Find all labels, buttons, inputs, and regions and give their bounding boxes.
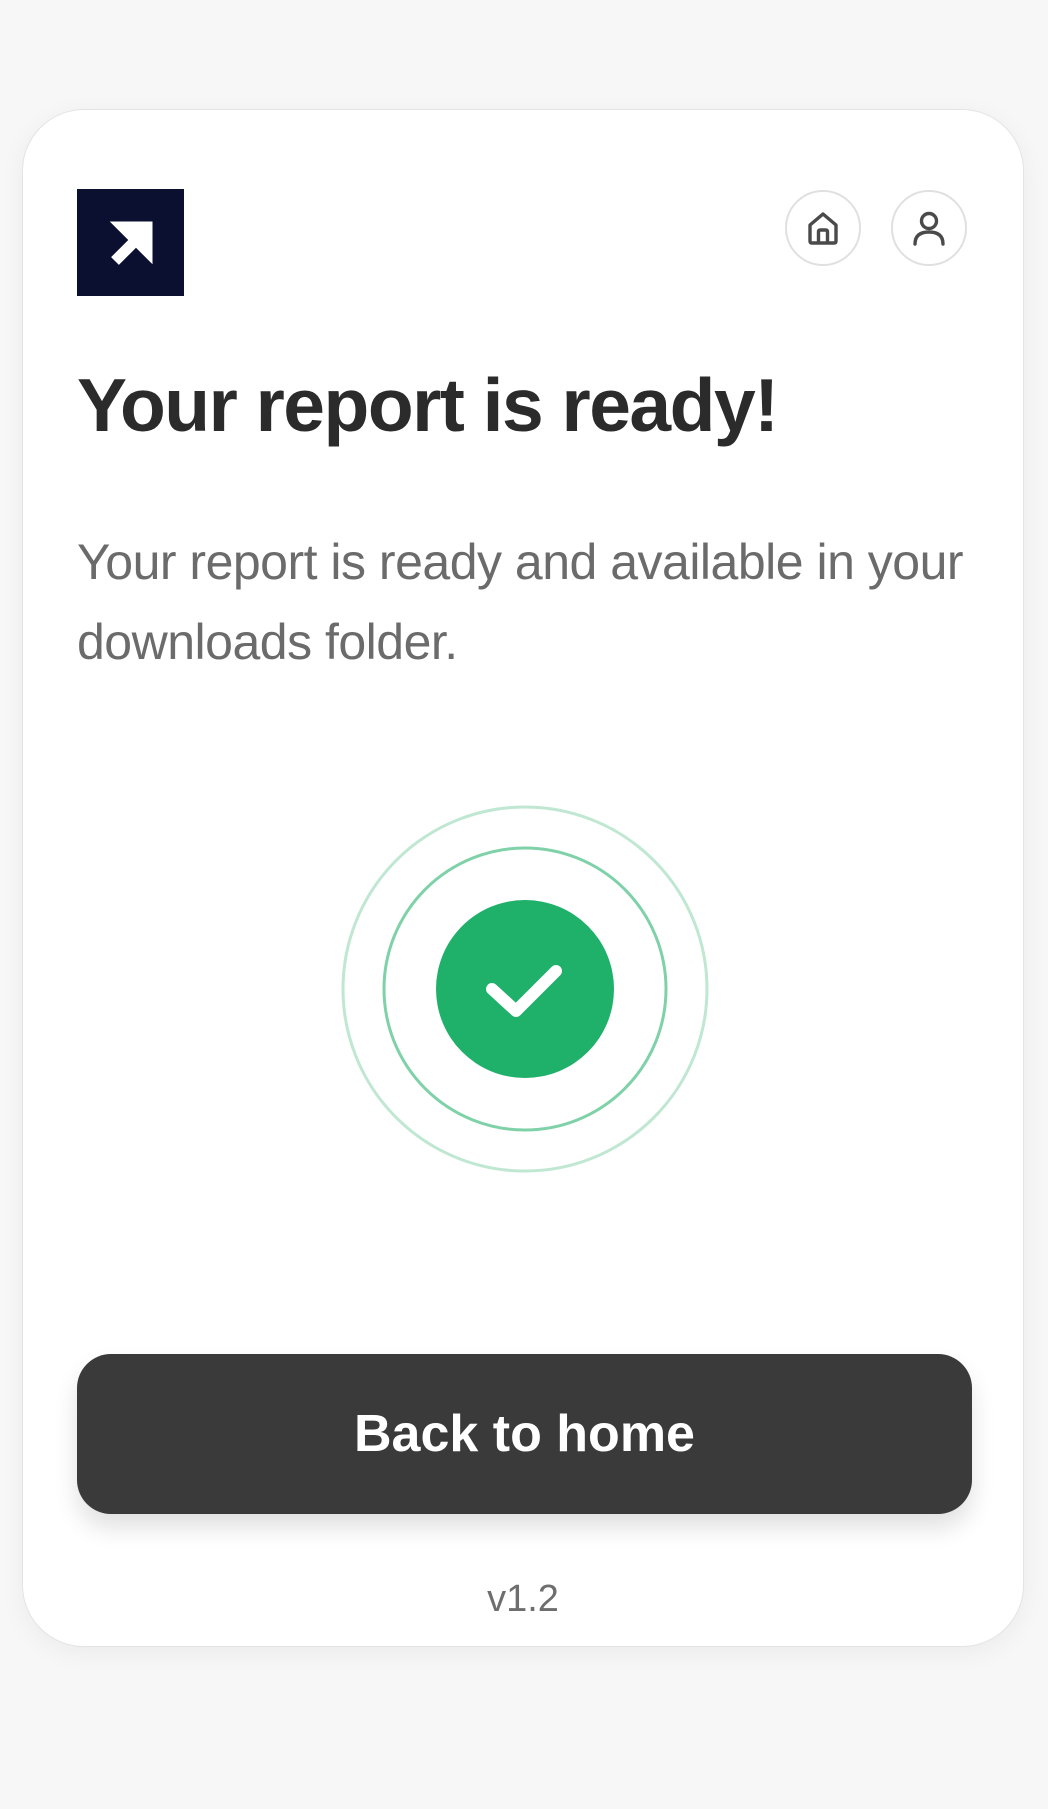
back-to-home-button[interactable]: Back to home [77,1354,972,1514]
user-icon [913,211,945,246]
page-title: Your report is ready! [77,363,779,447]
success-indicator [340,804,710,1174]
page-description: Your report is ready and available in yo… [77,534,964,670]
home-icon [808,212,838,245]
app-logo [77,189,184,296]
app-version: v1.2 [487,1578,559,1620]
home-button[interactable] [785,190,861,266]
profile-button[interactable] [891,190,967,266]
arrow-up-right-icon [109,221,152,265]
report-ready-card: Your report is ready! Your report is rea… [22,109,1024,1647]
check-circle-icon [436,900,614,1078]
